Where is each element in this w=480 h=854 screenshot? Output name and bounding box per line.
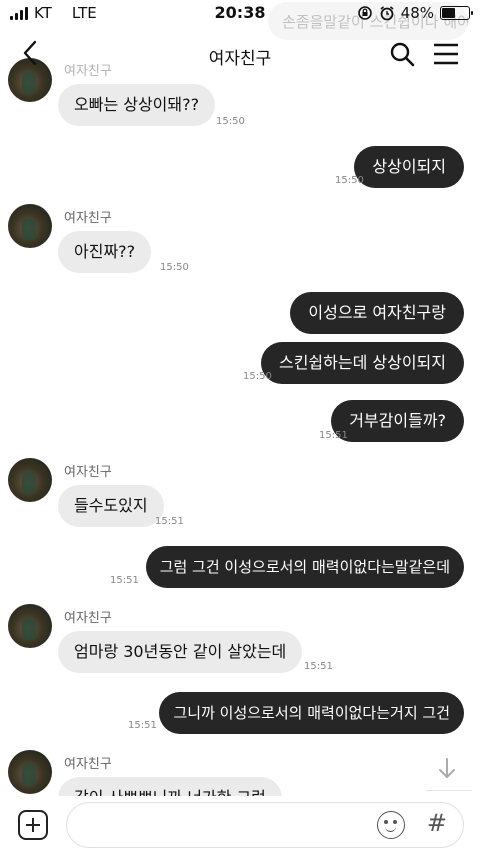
arrow-down-icon[interactable] [434,756,460,782]
message-input[interactable] [85,815,365,837]
message-time: 15:51 [155,516,184,527]
message-bubble[interactable]: 상상이되지 [354,146,464,188]
message-time: 15:51 [110,575,139,586]
message-bubble[interactable]: 들수도있지 [58,485,164,527]
message-time: 15:50 [216,116,245,127]
message-bubble[interactable]: 엄마랑 30년동안 같이 살았는데 [58,631,303,673]
emoji-icon[interactable] [377,811,405,839]
message-bubble[interactable]: 그니까 이성으로서의 매력이없다는거지 그건 [159,692,464,734]
sender-name: 여자친구 [64,211,112,226]
battery-percent: 48% [400,4,434,22]
battery-icon [440,6,473,20]
status-bar: KT LTE 20:38 48% [0,0,480,26]
composer-bar: # [0,796,480,854]
message-time: 15:50 [335,175,364,186]
divider [426,790,472,791]
message-time: 15:50 [160,262,189,273]
message-bubble[interactable]: 아진짜?? [58,231,152,273]
avatar[interactable] [8,750,52,794]
message-input-box[interactable]: # [66,802,464,848]
message-bubble[interactable]: 스킨쉽하는데 상상이되지 [260,342,464,384]
search-icon[interactable] [388,40,416,68]
status-right: 48% [357,4,473,22]
message-time: 15:50 [243,371,272,382]
message-time: 15:51 [304,661,333,672]
sender-name: 여자친구 [64,465,112,480]
orientation-lock-icon [357,6,372,20]
alarm-icon [380,6,394,21]
message-bubble[interactable]: 거부감이들까? [331,400,464,442]
avatar[interactable] [8,204,52,248]
message-bubble[interactable]: 이성으로 여자친구랑 [290,292,464,334]
message-bubble[interactable]: 그럼 그건 이성으로서의 매력이없다는말같은데 [145,546,464,588]
message-time: 15:51 [319,430,348,441]
sender-name: 여자친구 [64,611,112,626]
plus-icon[interactable] [18,810,48,840]
menu-icon[interactable] [432,40,460,68]
message-time: 15:51 [128,720,157,731]
sender-name: 여자친구 [64,757,112,772]
message-bubble[interactable]: 오빠는 상상이돼?? [58,84,216,126]
avatar[interactable] [8,458,52,502]
avatar[interactable] [8,604,52,648]
nav-bar: 여자친구 [0,26,480,82]
hash-icon[interactable]: # [427,809,447,837]
